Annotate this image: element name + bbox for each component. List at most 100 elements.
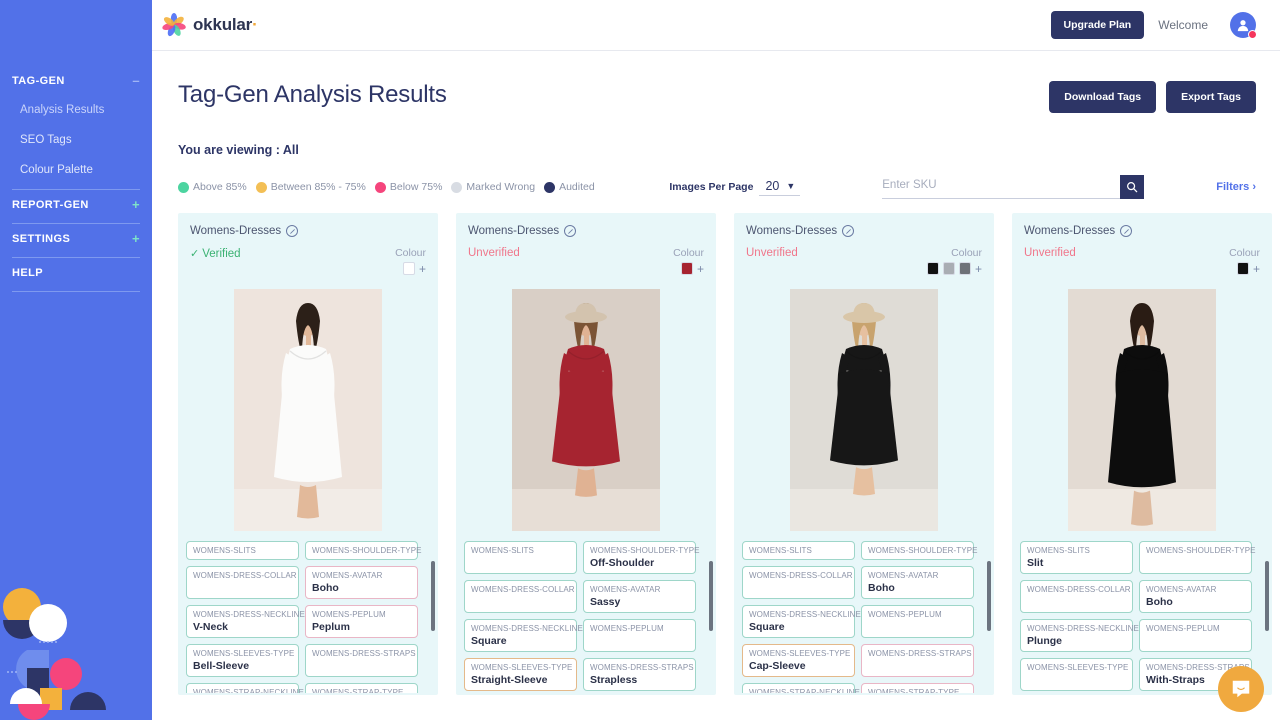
tag-key: WOMENS-PEPLUM: [868, 610, 968, 619]
product-card[interactable]: Womens-DressesUnverifiedColour+WOMENS-SL…: [456, 213, 716, 695]
tags-area: WOMENS-SLITS WOMENS-SHOULDER-TYPE WOMENS-D…: [734, 541, 994, 693]
product-card[interactable]: Womens-DressesUnverifiedColour+WOMENS-SL…: [1012, 213, 1272, 695]
tags-scrollbar[interactable]: [431, 561, 435, 631]
tag-value: Boho: [868, 582, 968, 594]
product-card[interactable]: Womens-Dresses✓VerifiedColour+WOMENS-SLI…: [178, 213, 438, 695]
tag-chip[interactable]: WOMENS-SLITS: [464, 541, 577, 574]
product-image-box[interactable]: [512, 289, 660, 531]
images-per-page-select[interactable]: 20 ▼: [759, 179, 800, 196]
colour-block: Colour+: [1229, 247, 1260, 275]
sidebar-item-colour-palette[interactable]: Colour Palette: [12, 155, 140, 185]
tag-chip[interactable]: WOMENS-SLITS: [742, 541, 855, 560]
tags-scrollbar[interactable]: [709, 561, 713, 631]
edit-icon[interactable]: [1120, 225, 1132, 237]
tag-chip[interactable]: WOMENS-PEPLUM: [861, 605, 974, 638]
tag-chip[interactable]: WOMENS-SHOULDER-TYPEOff-Shoulder: [583, 541, 696, 574]
edit-icon[interactable]: [842, 225, 854, 237]
status-row: ✓VerifiedColour+: [190, 247, 426, 283]
tag-chip[interactable]: WOMENS-DRESS-NECKLINEPlunge: [1020, 619, 1133, 652]
export-tags-button[interactable]: Export Tags: [1166, 81, 1256, 113]
colour-label: Colour: [927, 247, 982, 259]
tag-chip[interactable]: WOMENS-DRESS-COLLAR: [464, 580, 577, 613]
tag-chip[interactable]: WOMENS-AVATAR Boho: [861, 566, 974, 599]
legend-label: Marked Wrong: [466, 181, 535, 193]
tag-chip[interactable]: WOMENS-DRESS-COLLAR: [742, 566, 855, 599]
download-tags-button[interactable]: Download Tags: [1049, 81, 1156, 113]
product-image-box[interactable]: [234, 289, 382, 531]
tag-value: V-Neck: [193, 621, 293, 633]
sku-search-input[interactable]: [882, 175, 1120, 199]
edit-icon[interactable]: [286, 225, 298, 237]
tag-chip[interactable]: WOMENS-SHOULDER-TYPE: [861, 541, 974, 560]
tag-chip[interactable]: WOMENS-DRESS-COLLAR: [186, 566, 299, 599]
colour-swatch[interactable]: [1237, 262, 1249, 275]
user-avatar[interactable]: [1230, 12, 1256, 38]
tag-chip[interactable]: WOMENS-DRESS-NECKLINESquare: [464, 619, 577, 652]
expand-icon[interactable]: +: [132, 200, 140, 210]
tag-key: WOMENS-STRAP-TYPE: [312, 688, 412, 693]
tag-chip[interactable]: WOMENS-AVATARSassy: [583, 580, 696, 613]
sidebar-group-tag-gen[interactable]: TAG-GEN –: [12, 66, 140, 95]
chat-widget-button[interactable]: [1218, 666, 1264, 712]
sidebar-group-report-gen[interactable]: REPORT-GEN+: [12, 190, 140, 219]
chevron-down-icon: ▼: [786, 181, 795, 191]
product-image-box[interactable]: [1068, 289, 1216, 531]
tag-chip[interactable]: WOMENS-SLEEVES-TYPECap-Sleeve: [742, 644, 855, 677]
tag-chip[interactable]: WOMENS-STRAP-TYPE: [861, 683, 974, 693]
tag-chip[interactable]: WOMENS-SLITSSlit: [1020, 541, 1133, 574]
colour-swatch[interactable]: [959, 262, 971, 275]
tag-chip[interactable]: WOMENS-DRESS-STRAPS: [305, 644, 418, 677]
sidebar-group-help[interactable]: HELP: [12, 258, 140, 287]
sidebar-group-settings[interactable]: SETTINGS+: [12, 224, 140, 253]
tag-chip[interactable]: WOMENS-DRESS-COLLAR: [1020, 580, 1133, 613]
tags-scrollbar[interactable]: [987, 561, 991, 631]
tag-chip[interactable]: WOMENS-DRESS-STRAPS: [861, 644, 974, 677]
tag-chip[interactable]: WOMENS-SLEEVES-TYPE: [1020, 658, 1133, 691]
tag-chip[interactable]: WOMENS-STRAP-NECKLINE: [186, 683, 299, 693]
colour-swatch[interactable]: [681, 262, 693, 275]
tag-chip[interactable]: WOMENS-SHOULDER-TYPE: [305, 541, 418, 560]
expand-icon[interactable]: +: [132, 234, 140, 244]
tag-chip[interactable]: WOMENS-SLITS: [186, 541, 299, 560]
tag-chip[interactable]: WOMENS-DRESS-NECKLINESquare: [742, 605, 855, 638]
filters-button[interactable]: Filters ›: [1216, 181, 1256, 193]
upgrade-plan-button[interactable]: Upgrade Plan: [1051, 11, 1145, 39]
tag-value: Boho: [1146, 596, 1246, 608]
status-badge: Unverified: [1024, 247, 1076, 259]
colour-swatch[interactable]: [927, 262, 939, 275]
tag-chip[interactable]: WOMENS-PEPLUM: [583, 619, 696, 652]
sidebar-item-analysis-results[interactable]: Analysis Results: [12, 95, 140, 125]
tag-chip[interactable]: WOMENS-SLEEVES-TYPEBell-Sleeve: [186, 644, 299, 677]
tag-chip[interactable]: WOMENS-PEPLUMPeplum: [305, 605, 418, 638]
sidebar-item-seo-tags[interactable]: SEO Tags: [12, 125, 140, 155]
tag-chip[interactable]: WOMENS-DRESS-STRAPSStrapless: [583, 658, 696, 691]
tag-chip[interactable]: WOMENS-SHOULDER-TYPE: [1139, 541, 1252, 574]
add-colour-button[interactable]: +: [1253, 264, 1260, 274]
tag-chip[interactable]: WOMENS-AVATARBoho: [305, 566, 418, 599]
tag-value: Slit: [1027, 557, 1127, 569]
product-card[interactable]: Womens-DressesUnverifiedColour+WOMENS-SL…: [734, 213, 994, 695]
sidebar: TAG-GEN – Analysis ResultsSEO TagsColour P…: [0, 0, 152, 720]
app-logo[interactable]: okkular·: [162, 13, 258, 37]
edit-icon[interactable]: [564, 225, 576, 237]
tag-key: WOMENS-AVATAR: [868, 571, 968, 580]
tags-scrollbar[interactable]: [1265, 561, 1269, 631]
tag-value: Square: [749, 621, 849, 633]
tag-chip[interactable]: WOMENS-SLEEVES-TYPEStraight-Sleeve: [464, 658, 577, 691]
tag-chip[interactable]: WOMENS-STRAP-NECKLINE: [742, 683, 855, 693]
tag-key: WOMENS-STRAP-TYPE: [868, 688, 968, 693]
status-badge: Unverified: [746, 247, 798, 259]
tag-chip[interactable]: WOMENS-AVATARBoho: [1139, 580, 1252, 613]
colour-swatch[interactable]: [943, 262, 955, 275]
add-colour-button[interactable]: +: [419, 264, 426, 274]
sku-search-button[interactable]: [1120, 175, 1144, 199]
sidebar-group-label: TAG-GEN: [12, 75, 65, 87]
colour-swatch[interactable]: [403, 262, 415, 275]
tag-chip[interactable]: WOMENS-DRESS-NECKLINEV-Neck: [186, 605, 299, 638]
add-colour-button[interactable]: +: [697, 264, 704, 274]
collapse-icon[interactable]: –: [132, 76, 140, 86]
product-image-box[interactable]: [790, 289, 938, 531]
tag-chip[interactable]: WOMENS-STRAP-TYPE: [305, 683, 418, 693]
add-colour-button[interactable]: +: [975, 264, 982, 274]
tag-chip[interactable]: WOMENS-PEPLUM: [1139, 619, 1252, 652]
